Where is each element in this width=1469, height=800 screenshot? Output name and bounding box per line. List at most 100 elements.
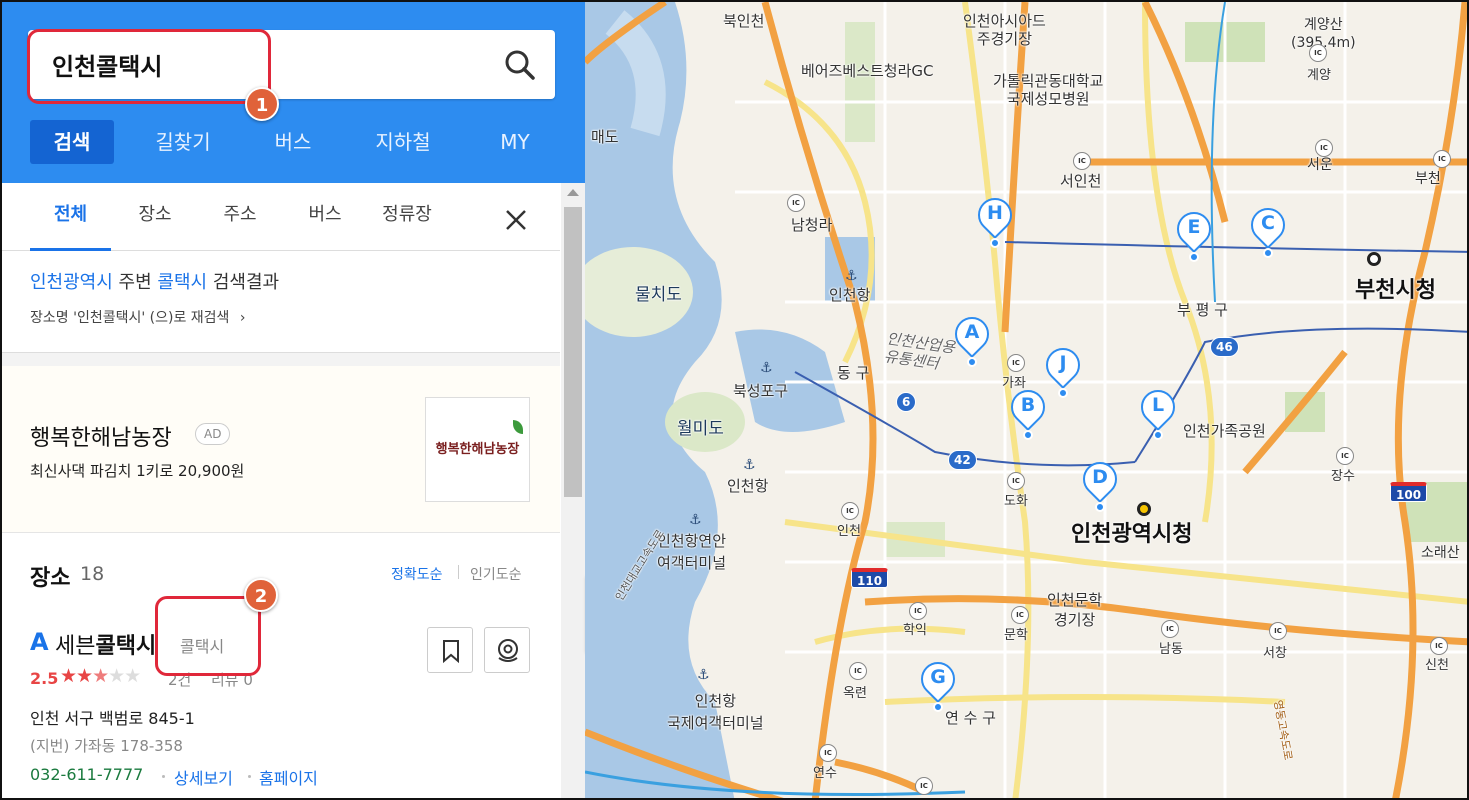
city-hall-icon <box>1137 502 1151 516</box>
tab-search[interactable]: 검색 <box>30 120 114 164</box>
ic-icon: IC <box>1269 622 1287 640</box>
map-marker-a[interactable]: A <box>947 309 997 367</box>
ic-icon: IC <box>841 502 859 520</box>
map-label: 장수 <box>1331 469 1355 484</box>
subtab-address[interactable]: 주소 <box>207 183 273 251</box>
subtab-all[interactable]: 전체 <box>30 183 111 251</box>
route-shield-46: 46 <box>1210 337 1239 357</box>
research-link[interactable]: 장소명 '인천콜택시' (으)로 재검색 › <box>30 307 245 327</box>
annotation-badge-1: 1 <box>245 87 279 121</box>
ic-icon: IC <box>1007 472 1025 490</box>
ic-icon: IC <box>909 602 927 620</box>
sort-accuracy[interactable]: 정확도순 <box>391 564 443 584</box>
map-label: 가톨릭관동대학교 국제성모병원 <box>993 72 1104 108</box>
tab-directions[interactable]: 길찾기 <box>138 120 228 164</box>
ic-icon: IC <box>1007 354 1025 372</box>
map-label: 매도 <box>591 128 619 146</box>
star-rating-icon: ★★★★★ <box>60 665 141 687</box>
map-marker-j[interactable]: J <box>1038 340 1088 398</box>
annotation-box-1 <box>27 29 271 104</box>
close-icon[interactable] <box>502 206 530 234</box>
subtab-bus[interactable]: 버스 <box>292 183 358 251</box>
search-icon[interactable] <box>503 48 537 82</box>
place-name-prefix: 세븐 <box>55 634 96 659</box>
port-icon: ⚓ <box>689 512 702 528</box>
ad-card[interactable]: 행복한해남농장 AD 최신사댁 파김치 1키로 20,900원 행복한해남농장 <box>2 366 560 532</box>
annotation-badge-2: 2 <box>244 578 278 612</box>
marker-dot <box>1189 252 1199 262</box>
marker-dot <box>990 238 1000 248</box>
search-panel: 검색 길찾기 버스 지하철 MY 전체 장소 주소 버스 정류장 인천광역시 주… <box>2 2 585 798</box>
tab-subway[interactable]: 지하철 <box>360 120 446 164</box>
separator-dot <box>248 775 251 778</box>
port-icon: ⚓ <box>845 268 858 284</box>
map-label: 연 수 구 <box>945 709 996 727</box>
research-label: 장소명 '인천콜택시' (으)로 재검색 <box>30 310 230 326</box>
map-marker-c[interactable]: C <box>1243 200 1293 258</box>
marker-letter: C <box>1261 212 1275 234</box>
roadview-icon <box>498 639 518 662</box>
marker-letter: H <box>987 202 1003 224</box>
map-label: 학익 <box>903 623 927 638</box>
port-icon: ⚓ <box>697 667 710 683</box>
city-hall-icon <box>1367 252 1381 266</box>
roadview-button[interactable] <box>484 627 530 673</box>
scroll-up-arrow[interactable] <box>567 189 579 196</box>
map-label: 인천가족공원 <box>1183 422 1266 440</box>
map-label: 도화 <box>1004 494 1028 509</box>
result-suffix: 검색결과 <box>212 272 280 293</box>
port-icon: ⚓ <box>743 457 756 473</box>
ic-icon: IC <box>787 194 805 212</box>
scroll-thumb[interactable] <box>564 207 582 497</box>
scrollbar[interactable] <box>561 183 585 798</box>
result-region[interactable]: 인천광역시 <box>30 272 113 293</box>
marker-dot <box>1153 430 1163 440</box>
map-label: 가좌 <box>1002 376 1026 391</box>
map-marker-g[interactable]: G <box>913 654 963 712</box>
map-marker-h[interactable]: H <box>970 190 1020 248</box>
map-label: 북인천 <box>723 12 765 30</box>
marker-letter: B <box>1020 394 1036 416</box>
place-jibun: (지번) 가좌동 178-358 <box>30 737 183 755</box>
result-summary: 인천광역시 주변 콜택시 검색결과 <box>30 268 279 294</box>
subtab-places[interactable]: 장소 <box>122 183 188 251</box>
map-label: 부 평 구 <box>1177 301 1228 319</box>
homepage-link[interactable]: 홈페이지 <box>259 765 318 789</box>
map-label: 동 구 <box>837 364 870 382</box>
ad-title[interactable]: 행복한해남농장 <box>30 420 172 452</box>
rating-score: 2.5 <box>30 669 59 688</box>
map-label: 월미도 <box>677 419 724 439</box>
sort-popularity[interactable]: 인기도순 <box>470 564 522 584</box>
map-label: 부천 <box>1415 171 1441 187</box>
map-marker-l[interactable]: L <box>1133 382 1183 440</box>
marker-dot <box>1095 502 1105 512</box>
main-nav: 검색 길찾기 버스 지하철 MY <box>30 120 560 164</box>
map-label: 인천광역시청 <box>1071 522 1193 547</box>
bookmark-button[interactable] <box>427 627 473 673</box>
map-label: 인천항연안 여객터미널 <box>657 532 727 572</box>
place-name[interactable]: 세븐콜택시 <box>55 628 156 660</box>
result-middle: 주변 <box>118 272 152 293</box>
ic-icon: IC <box>1336 447 1354 465</box>
map-marker-e[interactable]: E <box>1169 204 1219 262</box>
route-shield-100: 100 <box>1390 482 1428 502</box>
place-address: 인천 서구 백범로 845-1 <box>30 709 195 728</box>
ad-thumbnail[interactable]: 행복한해남농장 <box>425 397 530 502</box>
map-label: 소래산 <box>1421 545 1460 561</box>
detail-link[interactable]: 상세보기 <box>174 765 233 789</box>
subtab-stops[interactable]: 정류장 <box>372 183 442 251</box>
map-label: 연수 <box>813 766 837 781</box>
map-marker-b[interactable]: B <box>1003 382 1053 440</box>
tab-my[interactable]: MY <box>485 120 545 164</box>
marker-letter: J <box>1059 352 1067 374</box>
map-view[interactable]: 북인천 인천아시아드 주경기장 계양산 (395.4m) 베어즈베스트청라GC … <box>585 2 1467 798</box>
map-label: 물치도 <box>635 285 682 305</box>
ic-icon: IC <box>1430 637 1448 655</box>
section-divider <box>2 352 560 366</box>
marker-letter: L <box>1151 394 1165 416</box>
bookmark-icon <box>443 640 459 664</box>
place-phone[interactable]: 032-611-7777 <box>30 765 143 784</box>
marker-letter: G <box>930 666 946 688</box>
map-marker-d[interactable]: D <box>1075 454 1125 512</box>
tab-bus[interactable]: 버스 <box>258 120 328 164</box>
